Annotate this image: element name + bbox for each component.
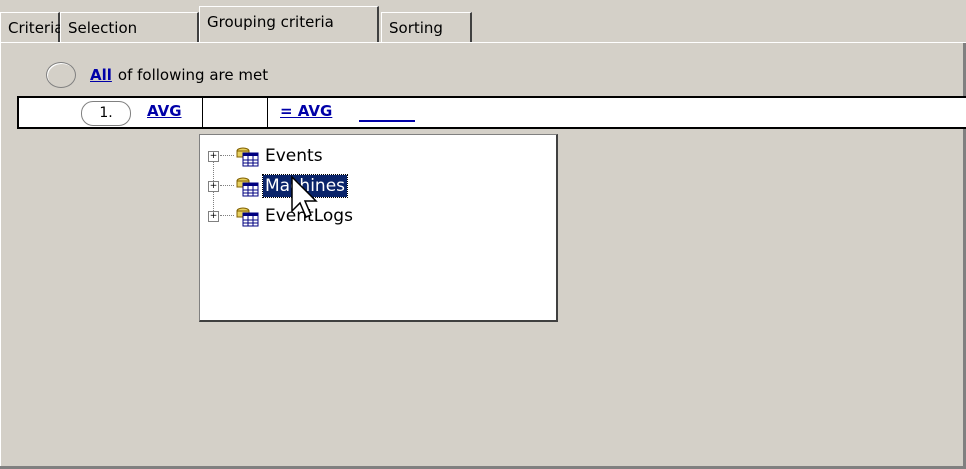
tree-item-events[interactable]: + Events <box>208 143 325 169</box>
tree-branch-line <box>220 155 234 157</box>
tab-selection[interactable]: Selection <box>60 12 199 42</box>
tab-sorting[interactable]: Sorting <box>381 12 472 42</box>
operator-aggregate-link[interactable]: = AVG <box>280 102 332 120</box>
tree-item-machines[interactable]: + Machines <box>208 173 349 199</box>
tab-grouping-criteria[interactable]: Grouping criteria <box>199 6 379 42</box>
tree-branch-line <box>220 215 234 217</box>
root-node-circle-icon[interactable] <box>46 62 76 88</box>
tree-item-label: Events <box>265 146 323 166</box>
table-icon <box>236 177 259 197</box>
expand-icon[interactable]: + <box>208 180 219 192</box>
left-aggregate-link[interactable]: AVG <box>147 102 182 120</box>
tab-criteria[interactable]: Criteria <box>0 12 63 42</box>
mouse-pointer-icon <box>291 175 318 218</box>
condition-row[interactable]: 1. AVG = AVG <box>17 96 966 129</box>
tree-item-eventlogs[interactable]: + EventLogs <box>208 203 355 229</box>
expand-icon[interactable]: + <box>208 150 219 162</box>
right-value-link[interactable] <box>359 102 415 122</box>
condition-number-badge[interactable]: 1. <box>81 101 131 126</box>
table-icon <box>236 147 259 167</box>
tab-strip: Criteria Selection Grouping criteria Sor… <box>0 0 966 44</box>
expand-icon[interactable]: + <box>208 210 219 222</box>
match-mode-link[interactable]: All <box>90 66 112 84</box>
field-edit-box[interactable] <box>202 97 268 128</box>
table-icon <box>236 207 259 227</box>
match-mode-text: of following are met <box>117 66 269 84</box>
field-picker-dropdown[interactable]: + Events + Machines + <box>199 134 558 322</box>
tree-branch-line <box>220 185 234 187</box>
match-mode-row: All of following are met <box>46 62 268 88</box>
